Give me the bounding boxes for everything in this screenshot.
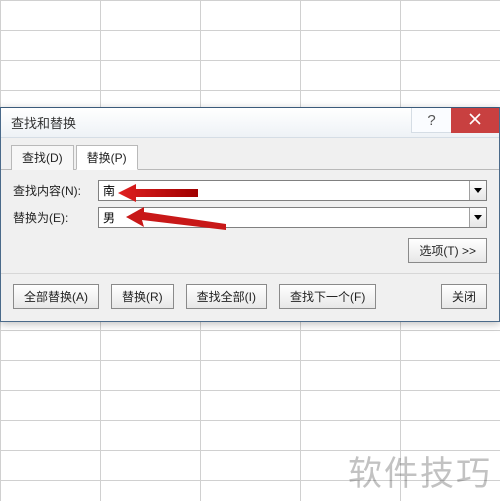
replace-all-button[interactable]: 全部替换(A) [13,284,99,309]
dialog-title: 查找和替换 [11,113,76,132]
watermark: 软件技巧 [348,446,492,495]
chevron-down-icon [474,215,482,220]
replace-button[interactable]: 替换(R) [111,284,174,309]
tab-body: 查找内容(N): 替换为(E): 选项(T) >> [1,170,499,273]
chevron-down-icon [474,188,482,193]
find-input[interactable] [99,181,469,200]
options-button[interactable]: 选项(T) >> [408,238,487,263]
replace-row: 替换为(E): [13,207,487,228]
replace-dropdown-button[interactable] [469,208,486,227]
find-label: 查找内容(N): [13,182,98,199]
replace-combobox [98,207,487,228]
dialog-titlebar[interactable]: 查找和替换 ? [1,108,499,138]
options-row: 选项(T) >> [13,238,487,263]
help-button[interactable]: ? [411,108,451,133]
close-window-button[interactable] [451,108,499,133]
find-combobox [98,180,487,201]
find-dropdown-button[interactable] [469,181,486,200]
tab-strip: 查找(D) 替换(P) [1,138,499,170]
tab-find[interactable]: 查找(D) [11,145,74,170]
close-icon [469,113,481,128]
find-all-button[interactable]: 查找全部(I) [186,284,267,309]
replace-input[interactable] [99,208,469,227]
button-bar: 全部替换(A) 替换(R) 查找全部(I) 查找下一个(F) 关闭 [1,273,499,321]
replace-label: 替换为(E): [13,209,98,226]
question-icon: ? [427,112,435,129]
find-row: 查找内容(N): [13,180,487,201]
tab-replace[interactable]: 替换(P) [76,145,138,170]
find-next-button[interactable]: 查找下一个(F) [279,284,376,309]
window-controls: ? [411,108,499,138]
find-replace-dialog: 查找和替换 ? 查找(D) 替换(P) 查找内容(N): [0,107,500,322]
close-button[interactable]: 关闭 [441,284,487,309]
